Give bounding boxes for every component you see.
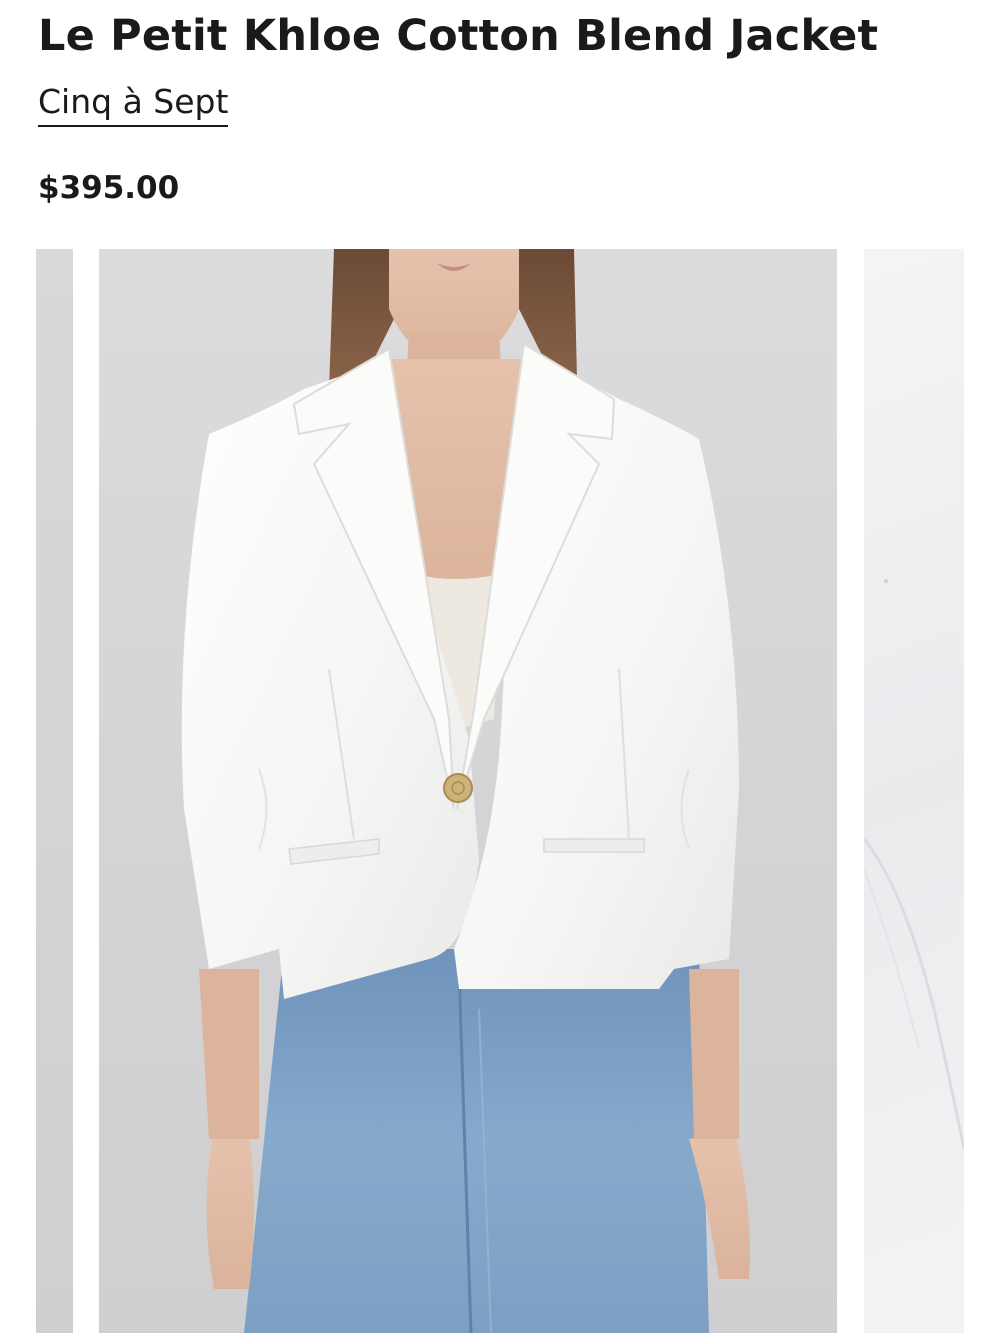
product-price: $395.00 xyxy=(38,170,180,206)
gallery-main-image[interactable] xyxy=(99,249,837,1333)
fabric-detail-photo xyxy=(864,579,964,1150)
product-photo xyxy=(181,249,750,1333)
gallery-next-image[interactable] xyxy=(864,249,964,1333)
gallery-prev-image[interactable] xyxy=(36,249,73,1333)
brand-link[interactable]: Cinq à Sept xyxy=(38,80,229,127)
image-gallery[interactable] xyxy=(0,249,1000,1333)
product-title: Le Petit Khloe Cotton Blend Jacket xyxy=(38,11,879,61)
product-page: Le Petit Khloe Cotton Blend Jacket Cinq … xyxy=(0,0,1000,1333)
